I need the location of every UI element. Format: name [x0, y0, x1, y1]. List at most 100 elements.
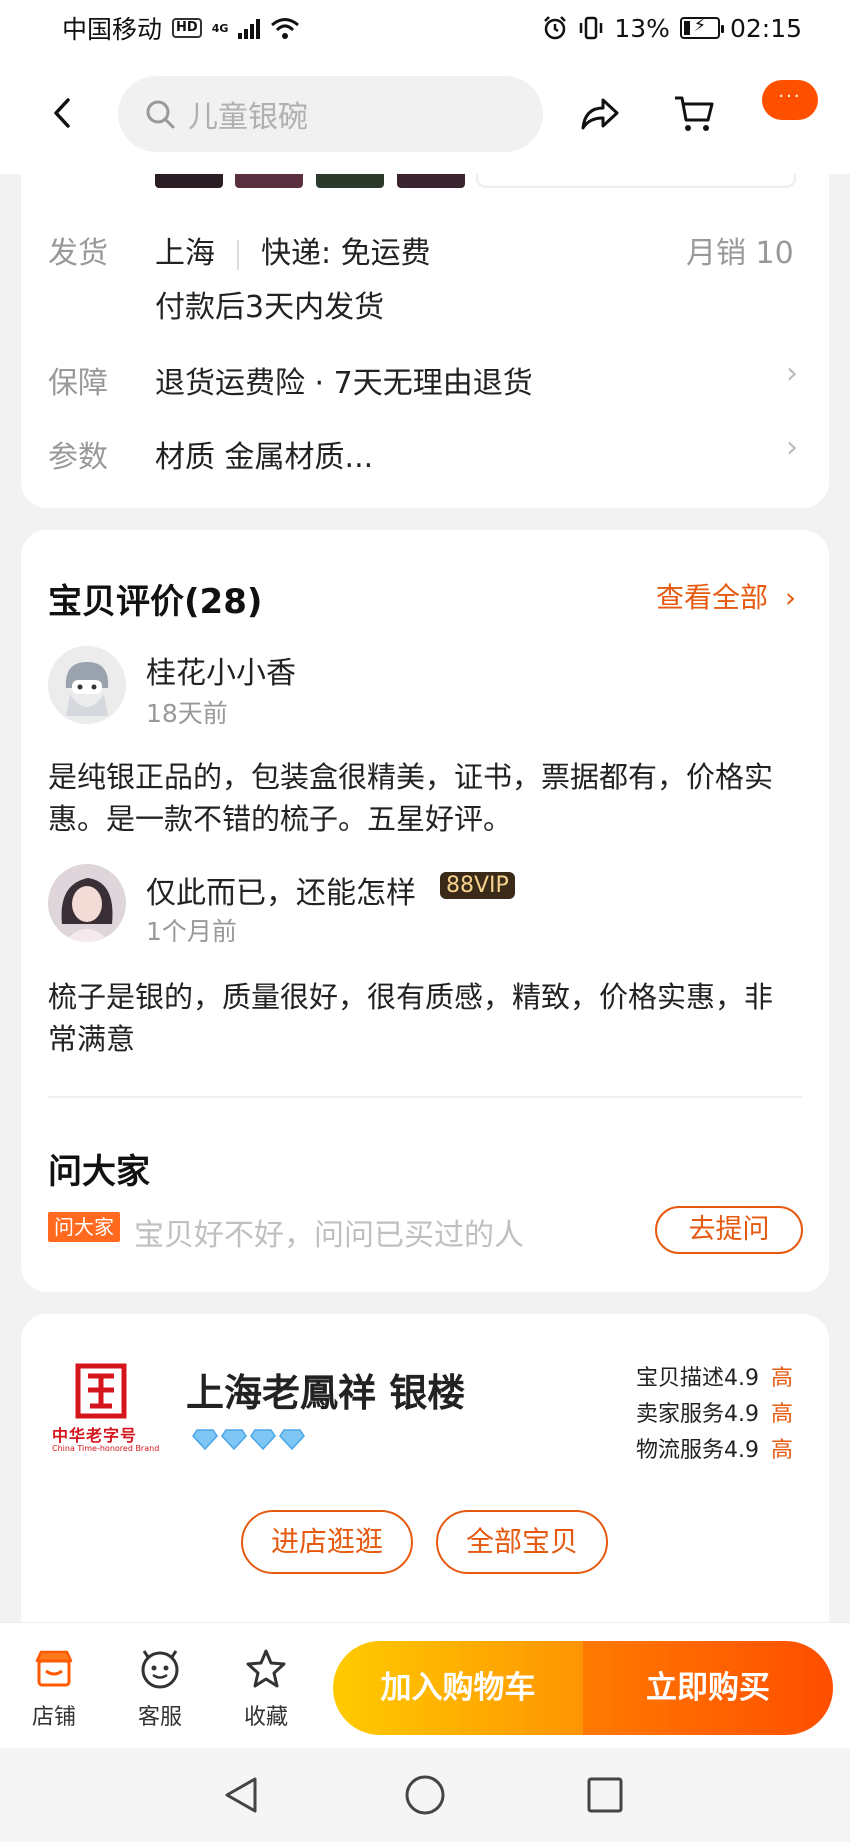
logo-subtext: China Time-honored Brand: [52, 1444, 160, 1453]
nav-home-button[interactable]: [400, 1770, 450, 1820]
rating-row: 卖家服务4.9 高: [636, 1396, 793, 1428]
divider: [48, 1096, 802, 1098]
rating-row: 物流服务4.9 高: [636, 1432, 793, 1464]
star-icon: [246, 1649, 286, 1688]
ask-title: 问大家: [48, 1152, 150, 1192]
store-icon: [35, 1650, 73, 1687]
cart-button[interactable]: [664, 84, 724, 144]
diamond-icon: [279, 1429, 305, 1450]
ship-info: 上海 快递: 免运费: [155, 228, 431, 272]
tab-label: 店铺: [31, 1705, 76, 1730]
add-to-cart-button[interactable]: 加入购物车: [333, 1641, 583, 1735]
params-text[interactable]: 材质 金属材质...: [155, 432, 373, 476]
network-type: 4G: [211, 21, 229, 35]
chevron-right-icon: ›: [784, 581, 797, 614]
chevron-right-icon: ›: [786, 356, 798, 391]
nav-recents-button[interactable]: [580, 1770, 630, 1820]
see-all-reviews-link[interactable]: 查看全部 ›: [656, 576, 796, 616]
rating-score: 4.9: [724, 1438, 760, 1463]
clock: 02:15: [729, 13, 802, 43]
diamond-icon: [250, 1429, 276, 1450]
chevron-right-icon: ›: [786, 430, 798, 465]
rating-label: 卖家服务: [636, 1402, 725, 1427]
rating-level: 高: [771, 1402, 794, 1427]
search-input[interactable]: 儿童银碗: [118, 76, 543, 152]
shop-logo[interactable]: 中华老字号 China Time-honored Brand: [50, 1362, 159, 1458]
review-date: 18天前: [146, 699, 228, 728]
rating-score: 4.9: [724, 1366, 760, 1391]
tab-favorite[interactable]: 收藏: [226, 1647, 306, 1731]
hd-badge: HD: [172, 18, 202, 38]
battery-percent: 13%: [614, 13, 670, 43]
search-icon: [146, 100, 175, 129]
triangle-back-icon: [225, 1777, 257, 1813]
thumbnail-panel: [476, 174, 796, 188]
share-button[interactable]: [570, 84, 630, 144]
ask-placeholder[interactable]: 宝贝好不好，问问已买过的人: [134, 1210, 524, 1254]
thumbnail[interactable]: [316, 174, 384, 188]
battery-icon: ⚡: [679, 15, 724, 39]
reviews-title: 宝贝评价(28): [48, 582, 263, 622]
reviewer-name: 仅此而已，还能怎样: [146, 876, 416, 911]
diamond-icon: [192, 1429, 218, 1450]
review-text: 是纯银正品的，包装盒很精美，证书，票据都有，价格实惠。是一款不错的梳子。五星好评…: [48, 760, 774, 836]
vibrate-icon: [580, 16, 603, 40]
rating-score: 4.9: [724, 1402, 760, 1427]
more-menu-button[interactable]: ···: [762, 80, 818, 120]
user-photo-avatar: [48, 864, 126, 942]
guarantee-text[interactable]: 退货运费险 · 7天无理由退货: [155, 358, 533, 402]
rating-label: 宝贝描述: [636, 1366, 725, 1391]
rating-level: 高: [771, 1366, 794, 1391]
bottom-action-bar: 店铺 客服 收藏 加入购物车 立即购买: [0, 1622, 850, 1748]
logo-text: 中华老字号: [52, 1426, 138, 1445]
buy-now-button[interactable]: 立即购买: [583, 1641, 833, 1735]
avatar[interactable]: [48, 864, 126, 942]
tab-customer-service[interactable]: 客服: [120, 1647, 200, 1731]
delivery-card: [21, 160, 829, 508]
ask-question-button[interactable]: 去提问: [655, 1206, 803, 1254]
review-text: 梳子是银的，质量很好，很有质感，精致，价格实惠，非常满意: [48, 980, 774, 1056]
shop-name[interactable]: 上海老鳳祥 银楼: [186, 1362, 465, 1417]
carrier-name: 中国移动: [62, 15, 163, 44]
back-button[interactable]: [42, 84, 82, 142]
square-recents-icon: [587, 1777, 623, 1813]
alarm-icon: [544, 16, 567, 40]
status-left: 中国移动 HD 4G: [62, 10, 300, 46]
tab-store[interactable]: 店铺: [14, 1647, 94, 1731]
search-placeholder: 儿童银碗: [188, 100, 308, 135]
params-label: 参数: [48, 440, 108, 475]
wifi-icon: [271, 18, 300, 39]
reviewer-name: 桂花小小香: [146, 656, 296, 691]
thumbnail[interactable]: [235, 174, 303, 188]
express-fee: 快递: 免运费: [261, 236, 431, 271]
see-all-label: 查看全部: [656, 581, 769, 614]
image-thumbnail-strip: [0, 174, 850, 190]
thumbnail[interactable]: [397, 174, 465, 188]
ship-label: 发货: [48, 236, 108, 271]
circle-home-icon: [405, 1775, 445, 1815]
cart-icon: [675, 96, 714, 131]
top-header: 儿童银碗 ···: [0, 56, 850, 174]
nav-back-button[interactable]: [216, 1770, 266, 1820]
guarantee-label: 保障: [48, 366, 108, 401]
vip-badge: 88VIP: [440, 872, 515, 899]
customer-service-icon: [141, 1650, 179, 1689]
system-nav-bar: [0, 1748, 850, 1842]
tab-label: 收藏: [243, 1705, 288, 1730]
shop-level-diamonds: [192, 1428, 305, 1450]
status-right: 13% ⚡ 02:15: [542, 14, 802, 43]
tab-label: 客服: [137, 1705, 182, 1730]
thumbnail[interactable]: [155, 174, 223, 188]
avatar[interactable]: [48, 646, 126, 724]
status-bar: 中国移动 HD 4G 13% ⚡ 02:15: [0, 0, 850, 56]
default-avatar-icon: [48, 646, 126, 724]
ship-time: 付款后3天内发货: [155, 290, 385, 325]
rating-level: 高: [771, 1438, 794, 1463]
enter-shop-button[interactable]: 进店逛逛: [241, 1510, 413, 1574]
signal-icon: [238, 17, 261, 39]
review-date: 1个月前: [146, 917, 237, 946]
chevron-left-icon: [54, 98, 70, 128]
all-items-button[interactable]: 全部宝贝: [436, 1510, 608, 1574]
monthly-sales: 月销 10: [686, 236, 794, 271]
diamond-icon: [221, 1429, 247, 1450]
